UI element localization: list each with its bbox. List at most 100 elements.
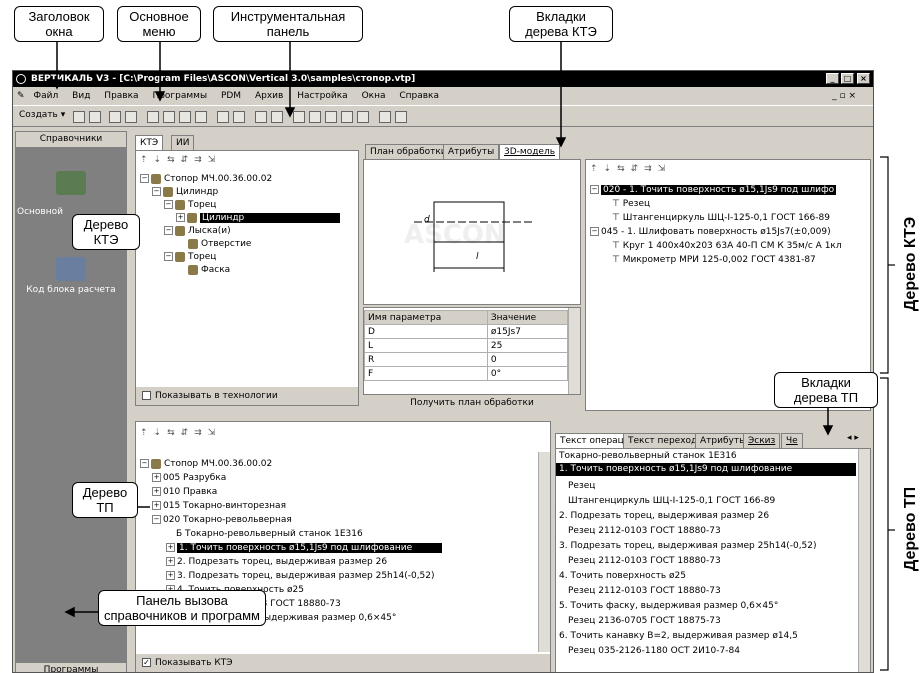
kte-show-in-tech[interactable]: Показывать в технологии: [136, 387, 358, 405]
grid-head-name: Имя параметра: [364, 310, 488, 325]
tp-panel: ⇡⇣⇆⇵⇉⇲ − Стопор МЧ.00.36.00.02 +005 Разру…: [135, 421, 551, 672]
create-button[interactable]: Создать ▾: [19, 110, 65, 120]
grid-head-value: Значение: [486, 310, 569, 325]
kte-node-selected[interactable]: + Цилиндр: [176, 212, 341, 224]
callout-tp-tabs: Вкладки дерева ТП: [774, 372, 878, 408]
layout-icon-3[interactable]: [325, 111, 337, 123]
plan-node[interactable]: ⊤ Круг 1 400х40х203 63А 40-П СМ К 35м/с …: [612, 240, 842, 252]
op-line-selected[interactable]: 1. Точить поверхность ø15,1Js9 под шлифо…: [556, 463, 856, 476]
tp-node[interactable]: − Стопор МЧ.00.36.00.02: [140, 458, 272, 470]
tp-node[interactable]: +005 Разрубка: [152, 472, 226, 484]
tp-show-kte[interactable]: ✓ Показывать КТЭ: [136, 654, 550, 672]
kte-node[interactable]: − Лыска(и): [164, 225, 231, 237]
tp-scrollbar[interactable]: [538, 452, 550, 652]
plan-node[interactable]: ⊤ Резец: [612, 198, 650, 210]
callout-main-menu: Основное меню: [117, 6, 201, 42]
tp-node-selected[interactable]: +1. Точить поверхность ø15,1Js9 под шлиф…: [166, 542, 443, 554]
kte-node[interactable]: − Стопор МЧ.00.36.00.02: [140, 173, 272, 185]
plan-node[interactable]: ⊤ Штангенциркуль ШЦ-I-125-0,1 ГОСТ 166-8…: [612, 212, 830, 224]
paste-icon[interactable]: [179, 111, 191, 123]
app-icon: [16, 74, 26, 84]
tool-icon-6[interactable]: [395, 111, 407, 123]
tab-drawing[interactable]: Че: [781, 433, 803, 448]
kte-node[interactable]: − Торец: [164, 199, 216, 211]
title-bar: ВЕРТИКАЛЬ V3 - [C:\Program Files\ASCON\V…: [13, 71, 873, 87]
grid-row[interactable]: R0: [364, 352, 569, 367]
kte-toolbar: ⇡⇣⇆⇵⇉⇲: [140, 155, 222, 165]
props-icon[interactable]: [109, 111, 121, 123]
programs-button[interactable]: Программы: [15, 662, 127, 672]
layout-icon-4[interactable]: [341, 111, 353, 123]
clear-icon[interactable]: [195, 111, 207, 123]
kte-node[interactable]: − Торец: [164, 251, 216, 263]
tp-node[interactable]: +015 Токарно-винторезная: [152, 500, 286, 512]
plan-toolbar: ⇡⇣⇆⇵⇉⇲: [590, 164, 672, 174]
kte-node[interactable]: Фаска: [188, 264, 230, 276]
tp-node[interactable]: +010 Правка: [152, 486, 217, 498]
menu-programs[interactable]: Программы: [152, 91, 207, 101]
dim-l-label: l: [476, 252, 479, 262]
show-tech-checkbox[interactable]: [142, 391, 151, 400]
side-label-tp: Дерево ТП: [902, 486, 919, 572]
menu-help[interactable]: Справка: [399, 91, 439, 101]
layout-icon-5[interactable]: [357, 111, 369, 123]
maximize-button[interactable]: □: [841, 73, 854, 84]
op-line: Резец 2136-0705 ГОСТ 18875-73: [568, 616, 721, 626]
minimize-button[interactable]: _: [826, 73, 839, 84]
tp-node[interactable]: Б Токарно-револьверный станок 1Е316: [176, 528, 363, 540]
cut-icon[interactable]: [147, 111, 159, 123]
grid-row[interactable]: Dø15Js7: [364, 324, 569, 339]
tab-sketch[interactable]: Эскиз: [743, 433, 781, 448]
tool-icon-2[interactable]: [233, 111, 245, 123]
left-panel-header[interactable]: Справочники: [15, 131, 127, 147]
tool-icon-4[interactable]: [271, 111, 283, 123]
menu-windows[interactable]: Окна: [362, 91, 386, 101]
tool-icon-5[interactable]: [379, 111, 391, 123]
tab-scroll-arrows[interactable]: ◂ ▸: [847, 433, 859, 443]
left-item-calc[interactable]: Код блока расчета: [15, 257, 127, 295]
kte-node[interactable]: Отверстие: [188, 238, 251, 250]
layout-icon-2[interactable]: [309, 111, 321, 123]
op-line: Резец 2112-0103 ГОСТ 18880-73: [568, 586, 721, 596]
copy-icon[interactable]: [163, 111, 175, 123]
menu-edit[interactable]: Правка: [104, 91, 138, 101]
tab-3d-model[interactable]: 3D-модель: [499, 144, 561, 159]
grid-row[interactable]: L 25: [364, 338, 569, 353]
show-kte-checkbox[interactable]: ✓: [142, 658, 151, 667]
tab-plan[interactable]: План обработки: [365, 144, 452, 159]
plan-node[interactable]: −045 - 1. Шлифовать поверхность ø15Js7(±…: [590, 226, 831, 238]
tp-node[interactable]: +3. Подрезать торец, выдерживая размер 2…: [166, 570, 435, 582]
layout-icon-1[interactable]: [293, 111, 305, 123]
tool-icon-3[interactable]: [255, 111, 267, 123]
callout-kte-tabs: Вкладки дерева КТЭ: [509, 6, 613, 42]
open-icon[interactable]: [73, 111, 85, 123]
plan-node-selected[interactable]: −020 - 1. Точить поверхность ø15,1Js9 по…: [590, 184, 837, 196]
op-scrollbar[interactable]: [858, 449, 870, 672]
menu-file[interactable]: Файл: [33, 91, 58, 101]
op-line: 6. Точить канавку В=2, выдерживая размер…: [559, 631, 798, 641]
menu-archive[interactable]: Архив: [255, 91, 283, 101]
tp-node[interactable]: −020 Токарно-револьверная: [152, 514, 292, 526]
kte-node[interactable]: − Цилиндр: [152, 186, 218, 198]
tp-node[interactable]: +2. Подрезать торец, выдерживая размер 2…: [166, 556, 387, 568]
plan-node[interactable]: ⊤ Микрометр МРИ 125-0,002 ГОСТ 4381-87: [612, 254, 816, 266]
tab-ii[interactable]: ИИ: [171, 135, 195, 150]
menu-view[interactable]: Вид: [72, 91, 90, 101]
grid-scrollbar[interactable]: [568, 308, 580, 394]
get-plan-button[interactable]: Получить план обработки: [363, 395, 581, 411]
preview-icon[interactable]: [125, 111, 137, 123]
side-label-kte: Дерево КТЭ: [902, 216, 919, 312]
tool-icon-1[interactable]: [217, 111, 229, 123]
callout-toolbar: Инструментальная панель: [213, 6, 363, 42]
tp-toolbar: ⇡⇣⇆⇵⇉⇲: [140, 428, 222, 438]
save-icon[interactable]: [89, 111, 101, 123]
tab-kte[interactable]: КТЭ: [135, 135, 164, 150]
left-item-main[interactable]: Основной: [15, 171, 127, 217]
grid-row[interactable]: F 0°: [364, 366, 569, 381]
close-button[interactable]: ×: [857, 73, 870, 84]
op-line: Резец 2112-0103 ГОСТ 18880-73: [568, 526, 721, 536]
menu-settings[interactable]: Настройка: [297, 91, 348, 101]
menu-pdm[interactable]: PDM: [221, 91, 241, 101]
tab-attributes[interactable]: Атрибуты: [443, 144, 500, 159]
mdi-controls[interactable]: _ ▫ ×: [832, 87, 856, 105]
